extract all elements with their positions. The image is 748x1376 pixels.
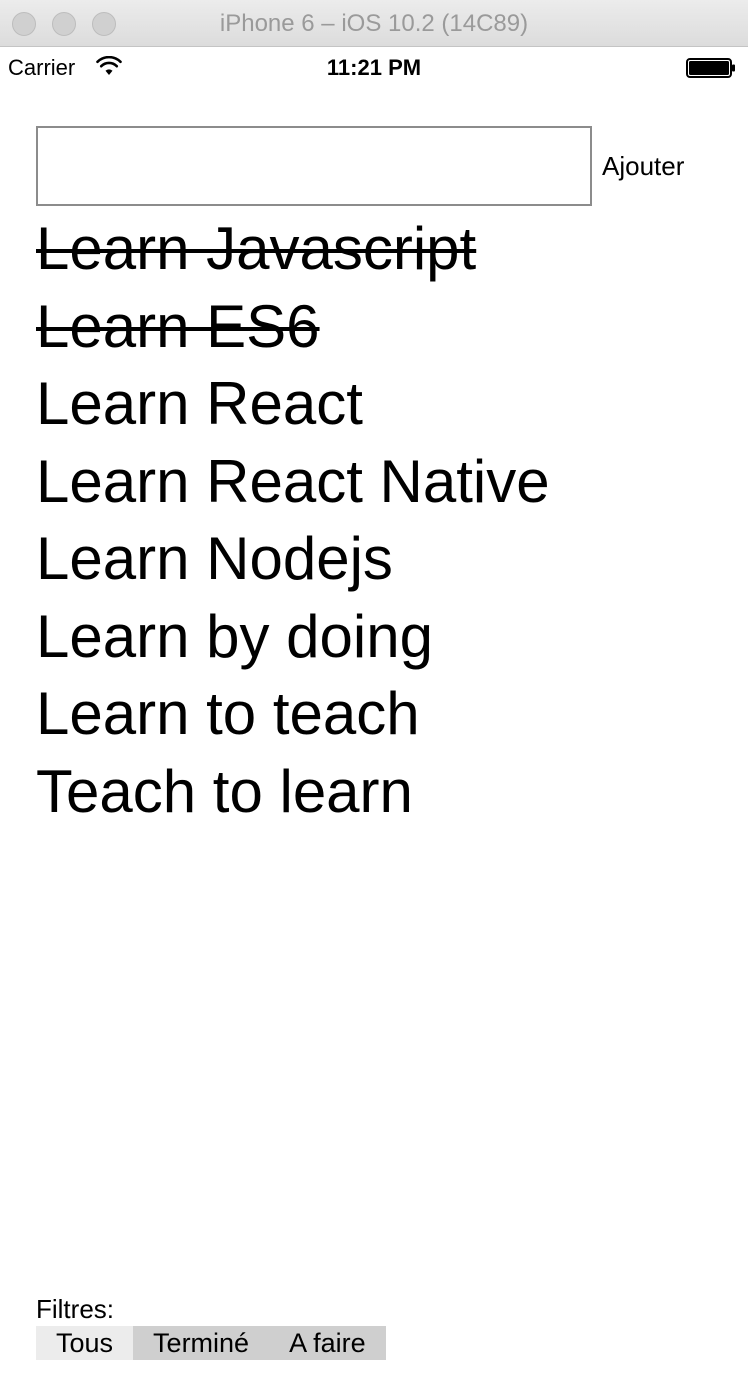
ios-status-bar: Carrier 11:21 PM [0,47,748,87]
todo-item[interactable]: Learn React Native [36,443,550,521]
todo-item[interactable]: Learn Nodejs [36,520,550,598]
filters-label: Filtres: [36,1294,114,1324]
filter-all-button[interactable]: Tous [36,1326,134,1360]
todo-item[interactable]: Learn to teach [36,675,550,753]
filter-todo-button[interactable]: A faire [269,1326,386,1360]
new-todo-input[interactable] [36,126,592,206]
filter-bar: Tous Terminé A faire [36,1326,386,1360]
todo-item[interactable]: Learn ES6 [36,288,550,366]
window-title-bar: iPhone 6 – iOS 10.2 (14C89) [0,0,748,47]
simulator-window: iPhone 6 – iOS 10.2 (14C89) Carrier 11:2… [0,0,748,1376]
todo-item[interactable]: Learn React [36,365,550,443]
status-time: 11:21 PM [326,55,422,80]
battery-icon [686,58,736,83]
todo-item[interactable]: Learn Javascript [36,210,550,288]
todo-item[interactable]: Teach to learn [36,753,550,831]
add-todo-button[interactable]: Ajouter [602,150,684,182]
window-title: iPhone 6 – iOS 10.2 (14C89) [219,10,529,37]
todo-list: Learn Javascript Learn ES6 Learn React L… [36,210,550,830]
todo-item[interactable]: Learn by doing [36,598,550,676]
filter-done-button[interactable]: Terminé [133,1326,269,1360]
